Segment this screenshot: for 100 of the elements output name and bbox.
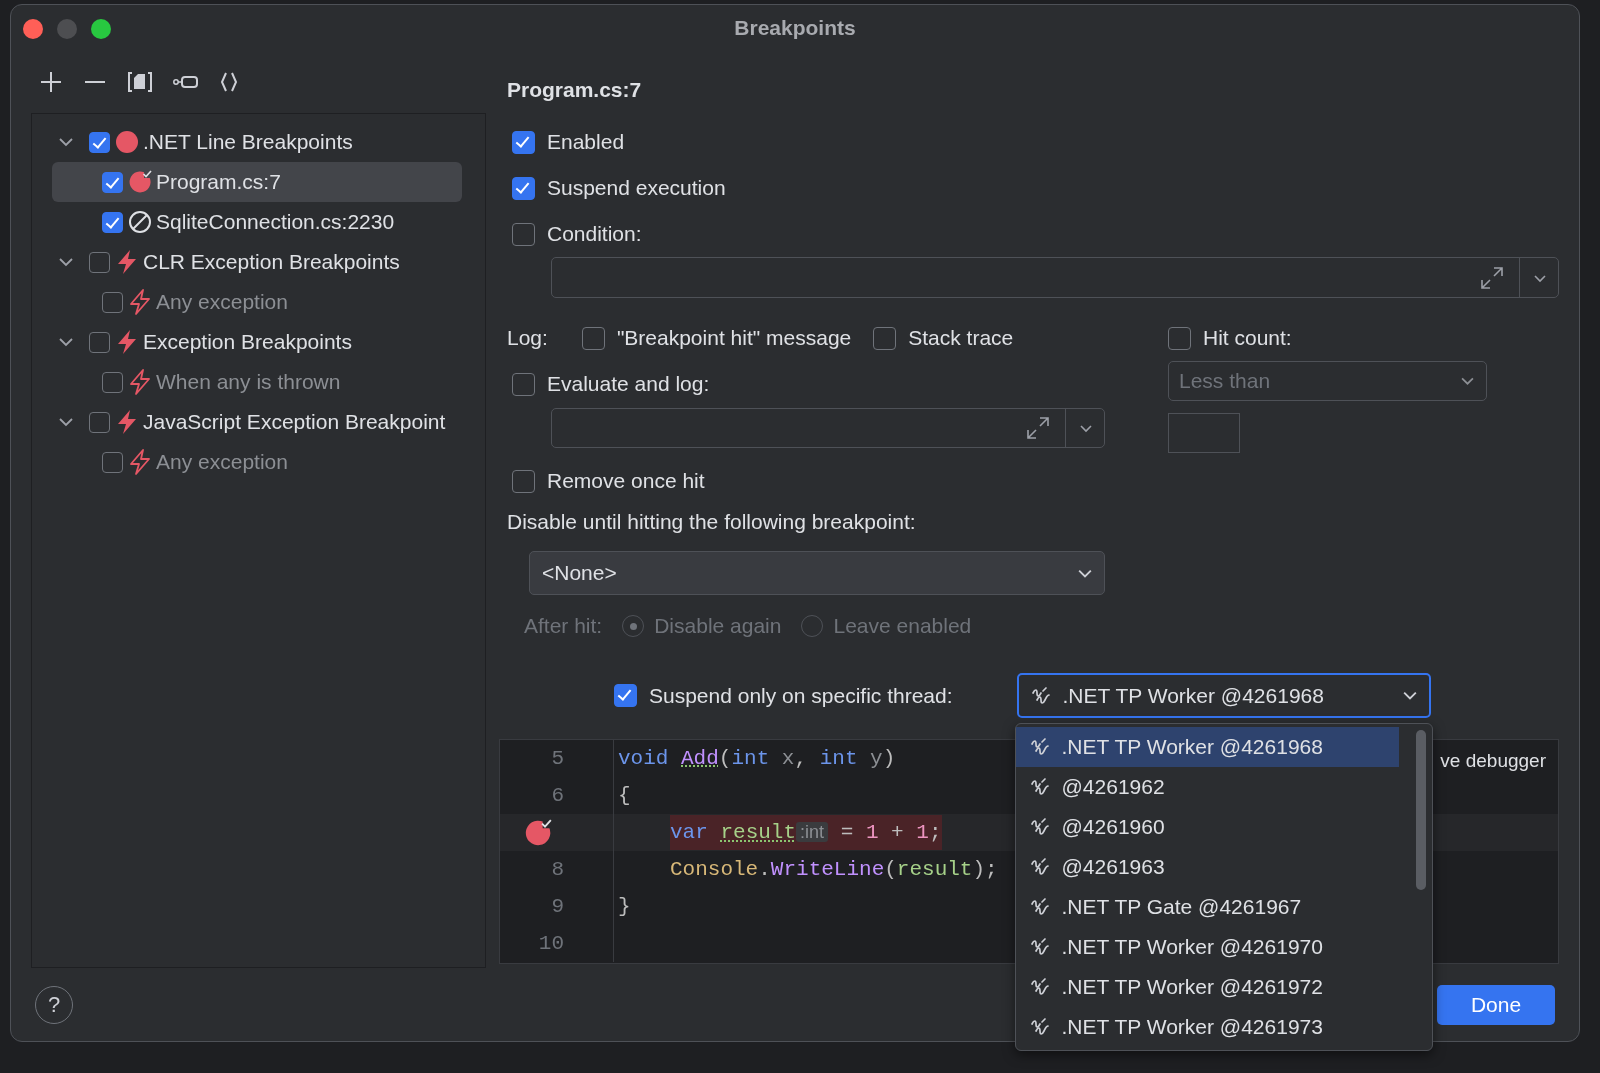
toggle-icon[interactable] bbox=[173, 74, 199, 90]
line-number: 8 bbox=[550, 858, 564, 881]
chevron-icon bbox=[1078, 568, 1092, 578]
checkbox[interactable] bbox=[1168, 326, 1191, 350]
thread-option[interactable]: .NET TP Worker @4261972 bbox=[1015, 967, 1399, 1007]
thread-icon bbox=[1029, 736, 1052, 758]
hit-count-field[interactable] bbox=[1168, 413, 1240, 453]
condition-field[interactable] bbox=[551, 257, 1559, 298]
checkbox[interactable] bbox=[873, 326, 897, 350]
checkbox-label[interactable]: Remove once hit bbox=[547, 469, 705, 493]
thread-icon bbox=[1029, 896, 1052, 918]
checkbox[interactable] bbox=[102, 451, 123, 473]
checkbox-label[interactable]: Suspend execution bbox=[547, 176, 726, 200]
add-icon[interactable] bbox=[39, 70, 63, 94]
tree-row[interactable]: Program.cs:7 bbox=[52, 162, 462, 202]
braces-icon[interactable] bbox=[219, 71, 239, 93]
code-line: { bbox=[618, 782, 631, 809]
scrollbar[interactable] bbox=[1415, 730, 1426, 890]
evaluate-field[interactable] bbox=[551, 408, 1105, 448]
expand-icon[interactable] bbox=[1025, 415, 1051, 441]
lightning-icon bbox=[115, 249, 139, 275]
done-button[interactable]: Done bbox=[1437, 984, 1555, 1025]
tree-row[interactable]: .NET Line Breakpoints bbox=[52, 122, 462, 162]
thread-option-label: @4261963 bbox=[1061, 855, 1165, 879]
thread-icon bbox=[1030, 684, 1053, 707]
checkbox[interactable] bbox=[614, 684, 637, 707]
checkbox[interactable] bbox=[581, 326, 605, 350]
thread-icon bbox=[1029, 976, 1052, 998]
thread-icon bbox=[1029, 856, 1052, 878]
tree-item-label: Any exception bbox=[156, 450, 288, 474]
tree-item-label: .NET Line Breakpoints bbox=[143, 130, 353, 154]
tree-item-label: Program.cs:7 bbox=[156, 170, 281, 194]
thread-option[interactable]: .NET TP Worker @4261973 bbox=[1015, 1007, 1399, 1047]
tree-item-label: SqliteConnection.cs:2230 bbox=[156, 210, 395, 234]
thread-option[interactable]: @4261962 bbox=[1015, 767, 1399, 807]
tree-row[interactable]: CLR Exception Breakpoints bbox=[52, 242, 462, 282]
line-number: 5 bbox=[550, 747, 564, 770]
checkbox[interactable] bbox=[102, 291, 123, 313]
checkbox-label[interactable]: Enabled bbox=[547, 130, 625, 154]
checkbox[interactable] bbox=[512, 372, 535, 396]
checkbox[interactable] bbox=[89, 131, 110, 153]
tree-row[interactable]: JavaScript Exception Breakpoint bbox=[52, 402, 462, 442]
checkbox[interactable] bbox=[512, 130, 535, 154]
checkbox-label[interactable]: Hit count: bbox=[1203, 326, 1292, 350]
tree-row[interactable]: Any exception bbox=[52, 442, 462, 482]
tree-item-label: When any is thrown bbox=[156, 370, 341, 394]
muted-breakpoint-icon bbox=[128, 210, 152, 234]
after-hit-label: After hit: bbox=[524, 614, 603, 638]
tree-item-label: Any exception bbox=[156, 290, 288, 314]
breakpoint-title: Program.cs:7 bbox=[507, 77, 643, 103]
checkbox-label[interactable]: Stack trace bbox=[908, 326, 1014, 350]
tree-row[interactable]: When any is thrown bbox=[52, 362, 462, 402]
group-icon[interactable] bbox=[127, 71, 153, 93]
thread-option-label: @4261960 bbox=[1061, 815, 1165, 839]
thread-option-label: @4261962 bbox=[1061, 775, 1165, 799]
checkbox[interactable] bbox=[102, 371, 123, 393]
checkbox-label[interactable]: Condition: bbox=[547, 222, 642, 246]
thread-option-label: .NET TP Worker @4261973 bbox=[1061, 1015, 1323, 1039]
tree-item-label: JavaScript Exception Breakpoint bbox=[143, 410, 446, 434]
tree-row[interactable]: Exception Breakpoints bbox=[52, 322, 462, 362]
close-button[interactable] bbox=[23, 19, 43, 39]
background-text: ve debugger bbox=[1440, 750, 1546, 772]
checkbox-label[interactable]: Evaluate and log: bbox=[547, 372, 710, 396]
checkbox[interactable] bbox=[102, 211, 123, 233]
thread-dropdown[interactable]: .NET TP Worker @4261968 bbox=[1016, 673, 1431, 718]
lightning-icon bbox=[128, 369, 152, 395]
checkbox[interactable] bbox=[512, 469, 535, 493]
lightning-icon bbox=[115, 329, 139, 355]
lightning-icon bbox=[128, 289, 152, 315]
thread-option[interactable]: @4261963 bbox=[1015, 847, 1399, 887]
checkbox-label[interactable]: Suspend only on specific thread: bbox=[649, 683, 953, 708]
line-number: 10 bbox=[537, 932, 564, 955]
checkbox[interactable] bbox=[89, 251, 110, 273]
lightning-icon bbox=[128, 449, 152, 475]
checkbox[interactable] bbox=[89, 411, 110, 433]
breakpoint-dropdown[interactable]: <None> bbox=[529, 551, 1105, 595]
thread-option-label: .NET TP Worker @4261972 bbox=[1061, 975, 1323, 999]
breakpoint-icon[interactable] bbox=[524, 818, 552, 847]
disable-until-label: Disable until hitting the following breakpoint: bbox=[507, 509, 917, 535]
thread-icon bbox=[1029, 776, 1052, 798]
thread-icon bbox=[1029, 936, 1052, 958]
tree-row[interactable]: Any exception bbox=[52, 282, 462, 322]
checkbox[interactable] bbox=[512, 222, 535, 246]
thread-option-label: .NET TP Worker @4261970 bbox=[1061, 935, 1323, 959]
zoom-button[interactable] bbox=[91, 19, 111, 39]
thread-option-label: .NET TP Gate @4261967 bbox=[1061, 895, 1302, 919]
chevron-icon bbox=[1402, 691, 1417, 700]
expand-icon[interactable] bbox=[1479, 264, 1505, 291]
thread-icon bbox=[1029, 816, 1052, 838]
code-line: void Add(int x, int y) bbox=[618, 745, 896, 772]
thread-option[interactable]: .NET TP Gate @4261967 bbox=[1015, 887, 1399, 927]
tree-row[interactable]: SqliteConnection.cs:2230 bbox=[52, 202, 462, 242]
thread-option[interactable]: .NET TP Worker @4261970 bbox=[1015, 927, 1399, 967]
checkbox[interactable] bbox=[102, 171, 123, 193]
checkbox-label[interactable]: "Breakpoint hit" message bbox=[616, 326, 852, 350]
checkbox[interactable] bbox=[89, 331, 110, 353]
thread-option[interactable]: .NET TP Worker @4261968 bbox=[1015, 727, 1399, 767]
line-number: 6 bbox=[550, 784, 564, 807]
checkbox[interactable] bbox=[512, 176, 535, 200]
thread-option[interactable]: @4261960 bbox=[1015, 807, 1399, 847]
